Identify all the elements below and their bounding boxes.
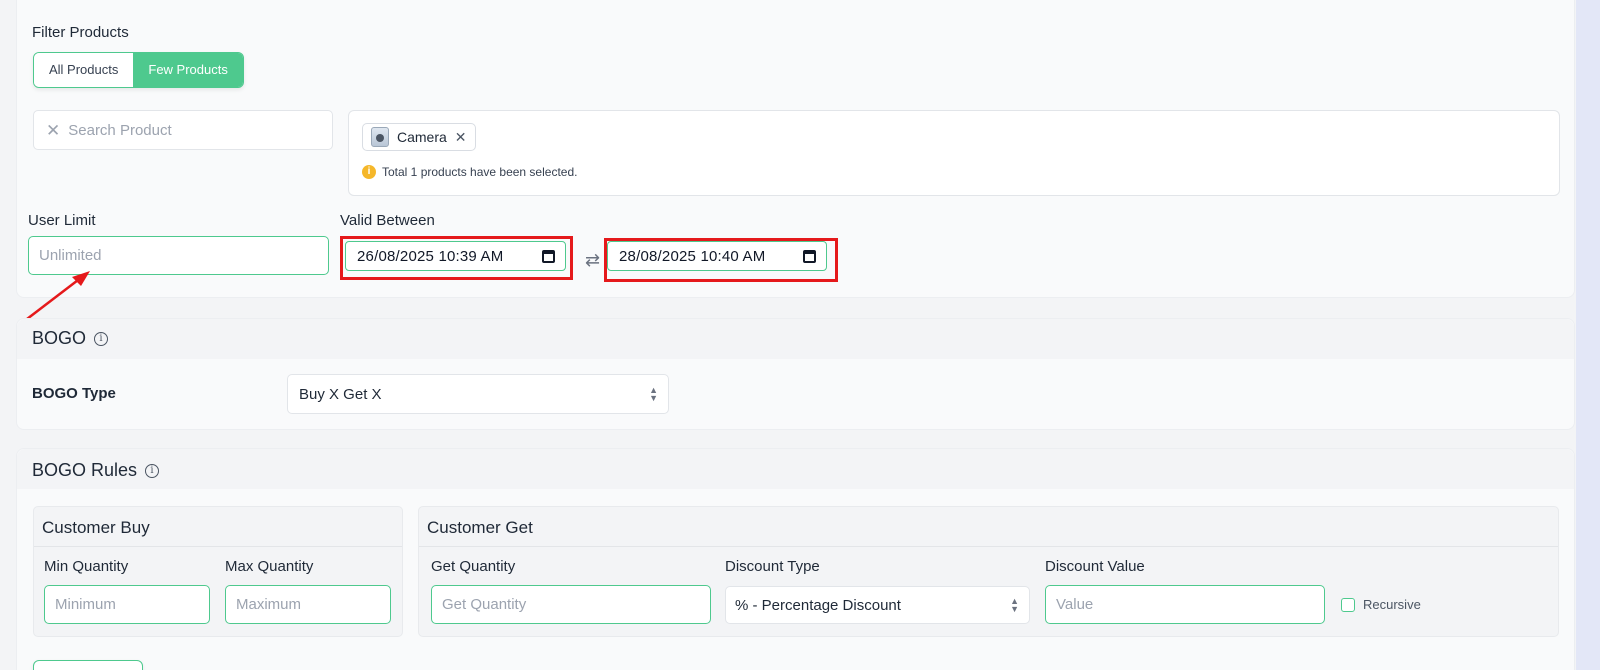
info-icon[interactable]: i [94,331,109,346]
bogo-title: BOGO i [32,328,109,349]
bogo-header [17,319,1574,359]
product-chip-label: Camera [397,129,447,145]
customer-buy-title: Customer Buy [42,518,150,537]
add-rule-button[interactable] [33,660,143,670]
all-products-option[interactable]: All Products [34,53,134,87]
min-quantity-label: Min Quantity [44,558,129,575]
window-edge [1576,0,1600,670]
get-quantity-label: Get Quantity [431,558,516,575]
discount-value-placeholder: Value [1056,596,1094,613]
chevron-updown-icon: ▲ ▼ [1010,596,1019,614]
max-quantity-label: Max Quantity [225,558,314,575]
selection-note-text: Total 1 products have been selected. [382,165,578,179]
max-quantity-input[interactable]: Maximum [225,585,391,624]
bogo-title-text: BOGO [32,328,87,348]
get-quantity-placeholder: Get Quantity [442,596,527,613]
discount-value-input[interactable]: Value [1045,585,1325,624]
annotation-arrow [26,271,90,320]
start-datetime-value: 26/08/2025 10:39 AM [357,247,504,265]
min-quantity-placeholder: Minimum [55,596,116,613]
get-quantity-input[interactable]: Get Quantity [431,585,711,624]
customer-buy-header: Customer Buy [34,507,402,547]
few-products-option[interactable]: Few Products [133,53,243,87]
chevron-updown-icon: ▲ ▼ [649,385,658,403]
product-chip: Camera ✕ [362,123,476,151]
user-limit-placeholder: Unlimited [39,247,102,264]
customer-get-title: Customer Get [427,518,533,537]
search-product-input[interactable]: ✕ Search Product [33,110,333,150]
bogo-rules-header [17,449,1574,489]
valid-between-label: Valid Between [340,212,435,229]
recursive-checkbox[interactable] [1341,598,1355,612]
selection-note: i Total 1 products have been selected. [362,165,577,179]
end-datetime-value: 28/08/2025 10:40 AM [619,247,766,265]
discount-type-value: % - Percentage Discount [735,596,901,614]
product-scope-toggle: All Products Few Products [33,52,244,88]
calendar-icon[interactable] [803,250,816,263]
camera-icon [371,127,389,147]
bogo-type-label: BOGO Type [32,385,116,402]
clear-icon[interactable]: ✕ [46,122,60,139]
max-quantity-placeholder: Maximum [236,596,302,613]
min-quantity-input[interactable]: Minimum [44,585,210,624]
start-datetime-input[interactable]: 26/08/2025 10:39 AM [345,241,566,271]
bogo-type-select[interactable]: Buy X Get X ▲ ▼ [287,374,669,414]
customer-get-header: Customer Get [419,507,1558,547]
remove-chip-icon[interactable]: ✕ [455,129,467,146]
discount-type-select[interactable]: % - Percentage Discount ▲ ▼ [725,586,1030,624]
end-datetime-input[interactable]: 28/08/2025 10:40 AM [607,241,827,271]
swap-icon: ⇄ [585,250,601,270]
recursive-label: Recursive [1363,597,1421,612]
discount-type-label: Discount Type [725,558,820,575]
calendar-icon[interactable] [542,250,555,263]
bogo-card [16,318,1575,430]
search-placeholder: Search Product [68,121,172,139]
user-limit-label: User Limit [28,212,96,229]
filter-products-label: Filter Products [32,24,129,41]
bogo-rules-title: BOGO Rules i [32,460,160,481]
discount-value-label: Discount Value [1045,558,1145,575]
bogo-type-value: Buy X Get X [299,385,382,403]
bogo-rules-title-text: BOGO Rules [32,460,138,480]
info-icon[interactable]: i [145,463,160,478]
info-icon: i [362,165,376,179]
selected-products-box: Camera ✕ i Total 1 products have been se… [348,110,1560,196]
